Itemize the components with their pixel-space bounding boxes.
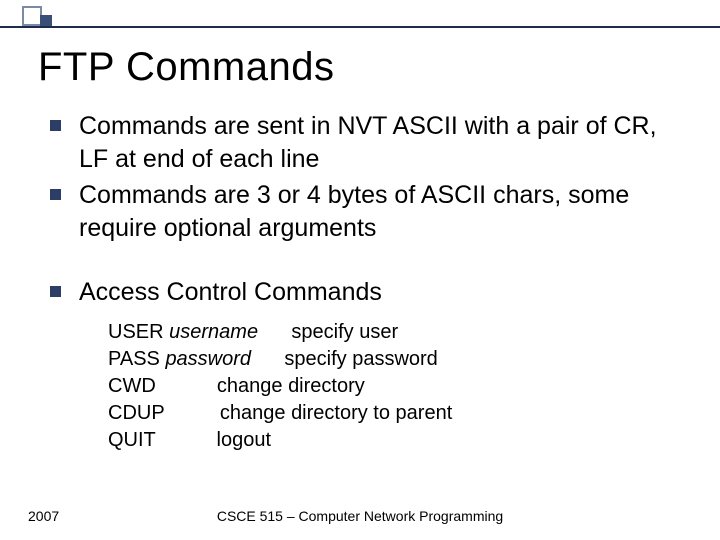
slide-title: FTP Commands [38, 45, 334, 90]
footer-course: CSCE 515 – Computer Network Programming [0, 508, 720, 524]
bullet-square-icon [50, 189, 61, 200]
command-name: USER [108, 321, 164, 343]
bullet-text: Commands are sent in NVT ASCII with a pa… [79, 110, 690, 175]
command-row: USER username specify user [108, 319, 690, 346]
commands-list: USER username specify user PASS password… [108, 319, 690, 454]
footer-year: 2007 [28, 508, 59, 524]
bullet-square-icon [50, 286, 61, 297]
command-row: CDUP change directory to parent [108, 400, 690, 427]
command-desc: specify user [291, 321, 398, 343]
bullet-text: Commands are 3 or 4 bytes of ASCII chars… [79, 179, 690, 244]
command-arg: username [169, 321, 258, 343]
command-name: PASS [108, 348, 160, 370]
command-row: CWD change directory [108, 373, 690, 400]
command-desc: change directory [217, 375, 365, 397]
command-desc: specify password [284, 348, 437, 370]
command-desc: logout [217, 429, 272, 451]
command-name: CDUP [108, 402, 164, 424]
header-square-outline-icon [22, 6, 42, 26]
command-row: PASS password specify password [108, 346, 690, 373]
command-name: CWD [108, 375, 156, 397]
slide-footer: 2007 CSCE 515 – Computer Network Program… [0, 508, 720, 524]
slide-body: Commands are sent in NVT ASCII with a pa… [50, 110, 690, 454]
command-arg: password [165, 348, 251, 370]
command-row: QUIT logout [108, 427, 690, 454]
bullet-item: Access Control Commands [50, 276, 690, 309]
command-desc: change directory to parent [220, 402, 452, 424]
bullet-text: Access Control Commands [79, 276, 382, 309]
bullet-item: Commands are 3 or 4 bytes of ASCII chars… [50, 179, 690, 244]
slide-header-decoration [0, 0, 720, 32]
command-name: QUIT [108, 429, 155, 451]
bullet-square-icon [50, 120, 61, 131]
bullet-item: Commands are sent in NVT ASCII with a pa… [50, 110, 690, 175]
header-divider [0, 26, 720, 28]
